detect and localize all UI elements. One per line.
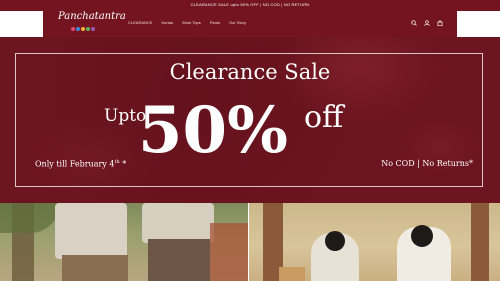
chair	[279, 267, 305, 281]
hero-deadline: Only till February 4th *	[35, 159, 126, 169]
hero-deadline-mark: *	[119, 159, 127, 169]
nav-item-work-tops[interactable]: Work Tops	[182, 20, 201, 25]
model-hair	[325, 231, 345, 251]
hero-off: off	[304, 100, 344, 135]
nav-item-kurtas[interactable]: Kurtas	[161, 20, 173, 25]
logo-text: Panchatantra	[58, 11, 126, 22]
hero-title: Clearance Sale	[169, 60, 331, 84]
header-right-panel	[457, 11, 500, 38]
model-figure	[142, 203, 214, 243]
logo-dot	[71, 27, 75, 31]
announcement-text: CLEARANCE SALE upto 50% OFF | NO COD | N…	[190, 2, 310, 7]
product-photo-left[interactable]	[0, 203, 248, 281]
header-left-panel	[0, 11, 43, 38]
announcement-bar: CLEARANCE SALE upto 50% OFF | NO COD | N…	[0, 0, 500, 9]
model-pants	[62, 255, 128, 281]
cart-icon[interactable]	[437, 20, 443, 26]
hero-deadline-text: Only till February 4	[35, 159, 115, 169]
hero-discount: 50%	[138, 93, 288, 168]
logo-dot	[76, 27, 80, 31]
wall	[210, 223, 248, 281]
account-icon[interactable]	[424, 20, 430, 26]
brand-logo[interactable]: Panchatantra	[58, 11, 126, 35]
logo-dot	[81, 27, 85, 31]
product-photo-right[interactable]	[249, 203, 500, 281]
nav-item-pants[interactable]: Pants	[210, 20, 220, 25]
search-icon[interactable]	[411, 20, 417, 26]
header-icons	[411, 20, 443, 26]
hero-policy: No COD | No Returns*	[381, 159, 473, 168]
foliage	[0, 203, 60, 233]
logo-dot	[91, 27, 95, 31]
logo-dots	[71, 27, 95, 31]
nav-item-clearance[interactable]: CLEARANCE	[128, 20, 152, 25]
nav-item-our-story[interactable]: Our Story	[229, 20, 246, 25]
model-pants	[148, 239, 210, 281]
logo-dot	[86, 27, 90, 31]
model-hair	[411, 225, 433, 247]
hero-banner[interactable]: Clearance Sale Upto 50% off Only till Fe…	[0, 37, 500, 203]
site-header: Panchatantra CLEARANCE Kurtas Work Tops …	[0, 9, 500, 38]
model-figure	[55, 203, 127, 259]
main-nav: CLEARANCE Kurtas Work Tops Pants Our Sto…	[128, 20, 246, 25]
pillar	[471, 203, 489, 281]
